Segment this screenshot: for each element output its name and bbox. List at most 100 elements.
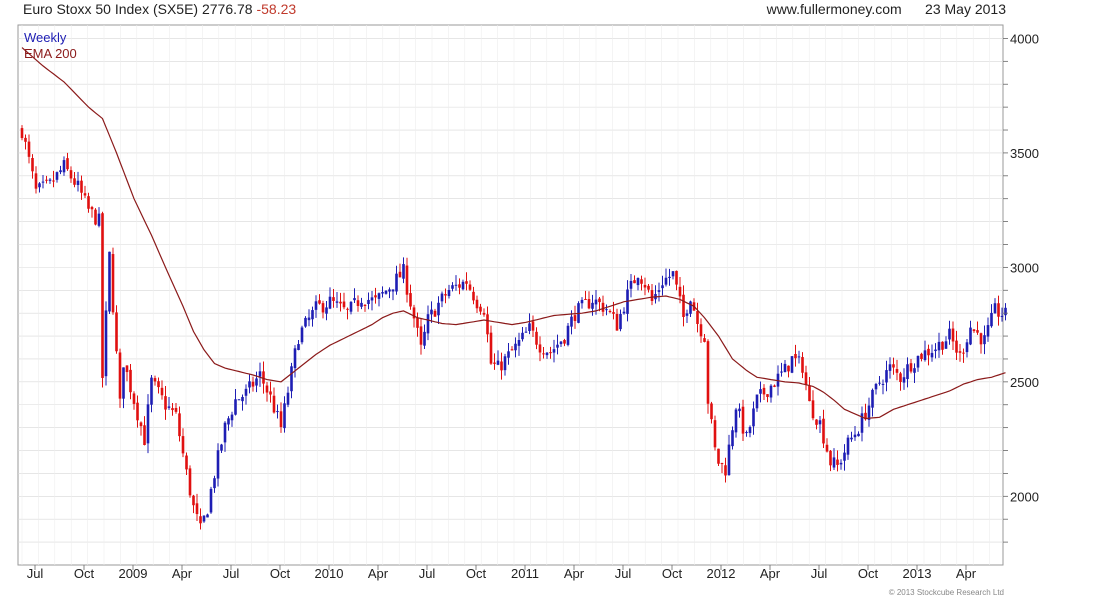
candle-body (423, 331, 426, 346)
candle-body (846, 437, 850, 455)
candle-body (650, 290, 654, 301)
candle-body (451, 285, 454, 289)
candle-body (370, 297, 374, 301)
candle-body (115, 312, 118, 352)
candle-body (808, 385, 811, 402)
candle-body (899, 373, 902, 382)
candle-body (279, 411, 283, 428)
candle-body (1000, 315, 1004, 317)
x-tick-label: 2013 (903, 566, 932, 581)
candle-body (139, 422, 143, 427)
candle-body (97, 213, 101, 226)
candle-body (920, 353, 923, 360)
candle-body (710, 403, 713, 420)
y-tick-label: 2000 (1010, 489, 1039, 504)
candle-body (570, 316, 573, 327)
candle-body (402, 264, 405, 279)
candle-body (556, 344, 559, 348)
candle-body (27, 141, 31, 157)
candle-body (237, 399, 241, 401)
candle-body (962, 352, 965, 354)
candle-body (227, 418, 230, 425)
candle-body (825, 444, 829, 452)
candle-body (461, 281, 465, 290)
candle-body (458, 284, 461, 288)
candle-body (573, 315, 577, 321)
candle-body (591, 302, 594, 309)
candle-body (857, 433, 860, 437)
candle-body (990, 312, 993, 327)
candle-body (706, 341, 710, 404)
candle-body (815, 419, 818, 425)
candle-body (930, 352, 934, 358)
candle-body (125, 365, 129, 373)
candle-body (965, 342, 969, 353)
candle-body (454, 284, 458, 286)
candle-body (255, 378, 258, 386)
candle-body (601, 302, 605, 312)
candle-body (146, 404, 150, 444)
candle-body (542, 353, 545, 355)
candle-body (517, 340, 521, 346)
candle-body (503, 356, 507, 371)
candle-body (73, 178, 76, 185)
candle-body (790, 356, 794, 373)
candle-body (615, 313, 619, 331)
candle-body (675, 270, 678, 285)
candle-body (244, 388, 248, 396)
candle-body (545, 352, 549, 356)
candle-body (178, 413, 181, 437)
candle-body (629, 280, 633, 289)
x-tick-label: Jul (223, 566, 240, 581)
candle-body (80, 180, 83, 193)
candle-body (986, 325, 990, 337)
candle-body (934, 349, 937, 352)
candle-body (94, 209, 97, 225)
candle-body (300, 327, 304, 343)
candle-body (605, 309, 608, 311)
candle-body (41, 181, 45, 183)
x-tick-label: 2012 (707, 566, 736, 581)
candle-body (482, 312, 486, 315)
candle-body (839, 462, 843, 465)
candle-body (132, 393, 136, 404)
candle-body (531, 321, 535, 331)
candle-body (906, 364, 909, 380)
candle-body (62, 160, 66, 173)
candle-body (304, 317, 307, 327)
candle-body (850, 437, 853, 440)
candle-body (104, 310, 108, 377)
candle-body (391, 289, 395, 292)
candle-body (248, 381, 251, 388)
x-tick-label: Oct (858, 566, 879, 581)
candle-body (759, 389, 762, 394)
candle-body (52, 180, 55, 182)
candle-body (367, 299, 370, 305)
candle-body (332, 297, 335, 301)
candle-body (276, 411, 279, 413)
candle-body (773, 385, 776, 387)
candle-body (286, 392, 290, 405)
x-tick-label: Oct (74, 566, 95, 581)
candle-body (290, 366, 293, 392)
candle-body (832, 457, 836, 468)
candlestick-chart: 2000 2500 3000 3500 4000 Jul Oct 2009 Apr Jul Oct… (17, 24, 1039, 581)
candle-body (948, 328, 951, 340)
candle-body (426, 314, 430, 334)
candle-body (958, 351, 962, 353)
candle-body (619, 314, 622, 330)
candle-body (122, 367, 125, 399)
candle-body (909, 363, 913, 372)
candle-body (818, 420, 822, 425)
candle-body (500, 361, 503, 371)
candle-body (321, 303, 325, 313)
candle-body (741, 406, 745, 434)
candle-body (475, 299, 479, 309)
candle-body (552, 349, 556, 353)
candle-body (944, 341, 948, 349)
x-tick-label: Apr (368, 566, 389, 581)
candle-body (335, 301, 339, 303)
candle-body (374, 295, 377, 298)
candle-body (979, 333, 983, 345)
candle-body (682, 294, 685, 317)
